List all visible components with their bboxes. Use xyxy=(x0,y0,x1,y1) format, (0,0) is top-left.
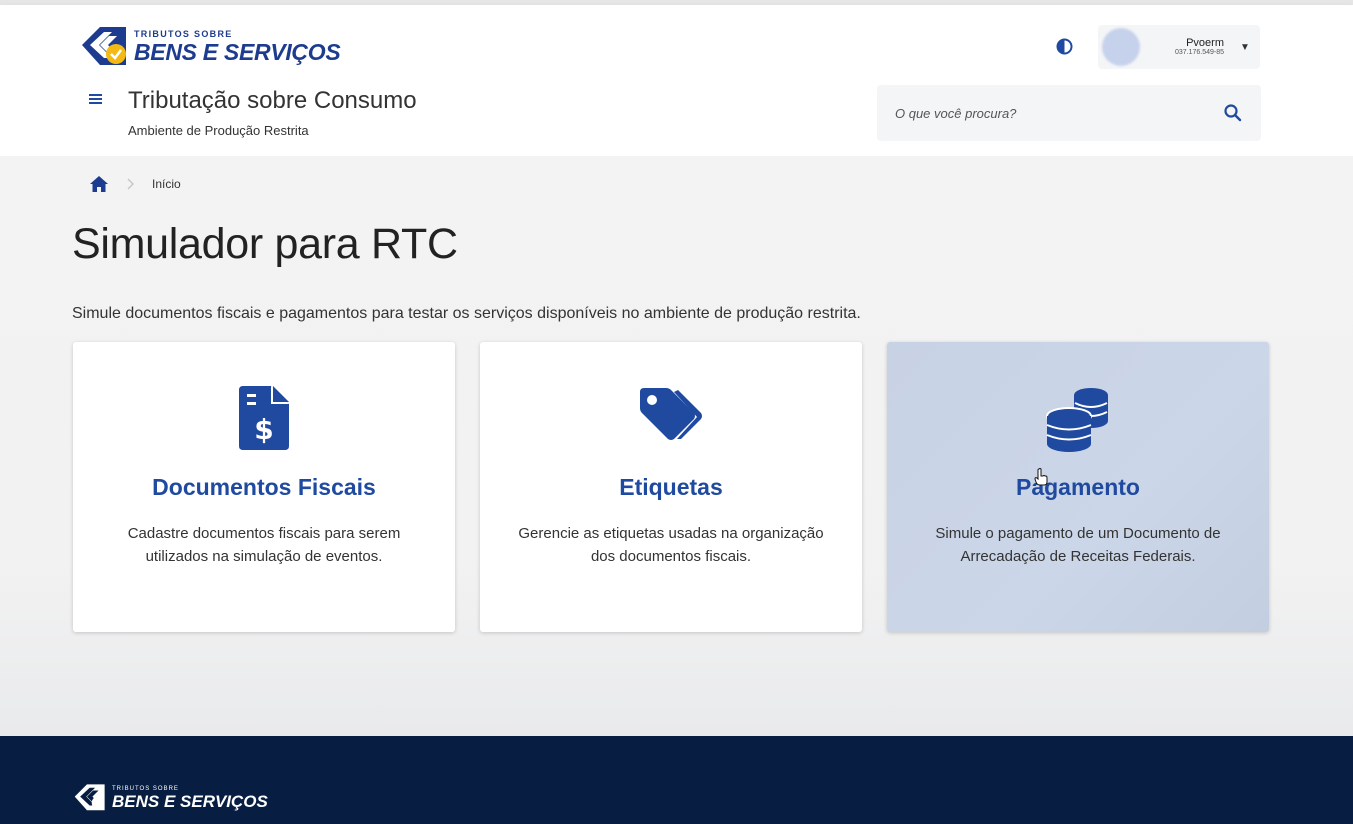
main-content: Início Simulador para RTC Simule documen… xyxy=(0,156,1353,736)
card-etiquetas[interactable]: Etiquetas Gerencie as etiquetas usadas n… xyxy=(480,342,862,632)
footer-logo-big-text: BENS E SERVIÇOS xyxy=(112,792,268,811)
card-title: Documentos Fiscais xyxy=(152,474,376,500)
page-description: Simule documentos fiscais e pagamentos p… xyxy=(72,305,861,322)
card-title: Etiquetas xyxy=(619,474,723,500)
card-documentos-fiscais[interactable]: $ Documentos Fiscais Cadastre documentos… xyxy=(73,342,455,632)
logo-small-text: TRIBUTOS SOBRE xyxy=(134,29,233,39)
breadcrumb: Início xyxy=(89,175,181,193)
card-text: Gerencie as etiquetas usadas na organiza… xyxy=(518,525,824,565)
hamburger-icon xyxy=(89,94,102,104)
caret-down-icon: ▼ xyxy=(1240,41,1250,53)
breadcrumb-current: Início xyxy=(152,177,181,191)
brand-logo[interactable]: TRIBUTOS SOBRE BENS E SERVIÇOS xyxy=(78,25,341,69)
tags-icon xyxy=(640,388,702,440)
footer-logo[interactable]: TRIBUTOS SOBRE BENS E SERVIÇOS xyxy=(72,783,268,813)
user-cpf: 037.176.549-85 xyxy=(1174,49,1224,57)
search-bar xyxy=(877,85,1261,141)
site-header: TRIBUTOS SOBRE BENS E SERVIÇOS Pvoerm 03… xyxy=(0,5,1353,156)
brand-logo-icon xyxy=(82,27,126,65)
svg-text:$: $ xyxy=(254,413,273,446)
logo-big-text: BENS E SERVIÇOS xyxy=(134,39,341,65)
page-title: Simulador para RTC xyxy=(72,220,458,268)
card-title: Pagamento xyxy=(1016,474,1140,500)
coins-icon xyxy=(1046,388,1108,452)
file-invoice-dollar-icon: $ xyxy=(239,386,289,450)
search-input[interactable] xyxy=(895,105,1223,121)
card-text: Simule o pagamento de um Documento de Ar… xyxy=(935,525,1221,565)
app-subtitle: Ambiente de Produção Restrita xyxy=(128,123,309,138)
site-footer: TRIBUTOS SOBRE BENS E SERVIÇOS xyxy=(0,736,1353,824)
user-menu[interactable]: Pvoerm 037.176.549-85 ▼ xyxy=(1098,25,1260,69)
app-title: Tributação sobre Consumo xyxy=(128,87,417,114)
card-text: Cadastre documentos fiscais para serem u… xyxy=(127,525,401,565)
card-pagamento[interactable]: Pagamento Simule o pagamento de um Docum… xyxy=(887,342,1269,632)
home-icon[interactable] xyxy=(89,175,109,193)
avatar xyxy=(1102,28,1140,66)
menu-button[interactable] xyxy=(86,89,106,109)
search-icon[interactable] xyxy=(1223,103,1243,123)
contrast-toggle-button[interactable] xyxy=(1054,36,1074,56)
user-name: Pvoerm xyxy=(1186,36,1224,49)
chevron-right-icon xyxy=(127,178,135,190)
footer-logo-icon xyxy=(74,784,105,811)
contrast-icon xyxy=(1056,38,1072,54)
